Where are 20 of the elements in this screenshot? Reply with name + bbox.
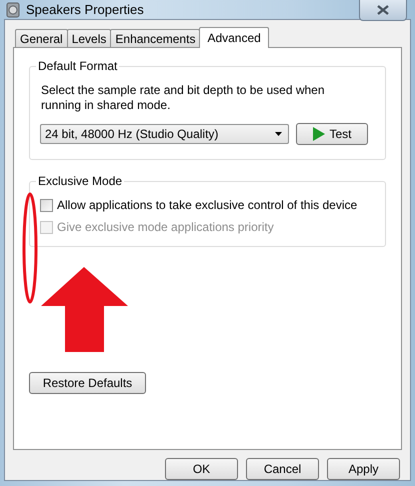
restore-defaults-button[interactable]: Restore Defaults [29,372,146,394]
dialog-button[interactable]: Apply [327,458,400,480]
window-title: Speakers Properties [26,2,144,17]
close-icon [377,5,389,15]
dropdown-arrow-icon [275,132,282,136]
close-button[interactable] [359,0,407,21]
tab[interactable]: Advanced [199,27,269,48]
checkbox[interactable] [40,198,53,212]
description-text: Select the sample rate and bit depth to be used when running in shared mode. [41,83,326,113]
checkbox-label: Give exclusive mode applications priority [57,220,274,234]
format-dropdown[interactable]: 24 bit, 48000 Hz (Studio Quality) [40,124,289,144]
checkbox-label: Allow applications to take exclusive control of this device [57,198,358,212]
speaker-icon [6,2,20,18]
tab[interactable]: Enhancements [110,29,200,47]
dialog-button[interactable]: OK [165,458,238,480]
tab[interactable]: Levels [66,29,112,47]
dialog-button[interactable]: Cancel [246,458,319,480]
test-button[interactable]: Test [296,123,368,145]
tab[interactable]: General [15,29,68,47]
play-icon [312,127,326,141]
